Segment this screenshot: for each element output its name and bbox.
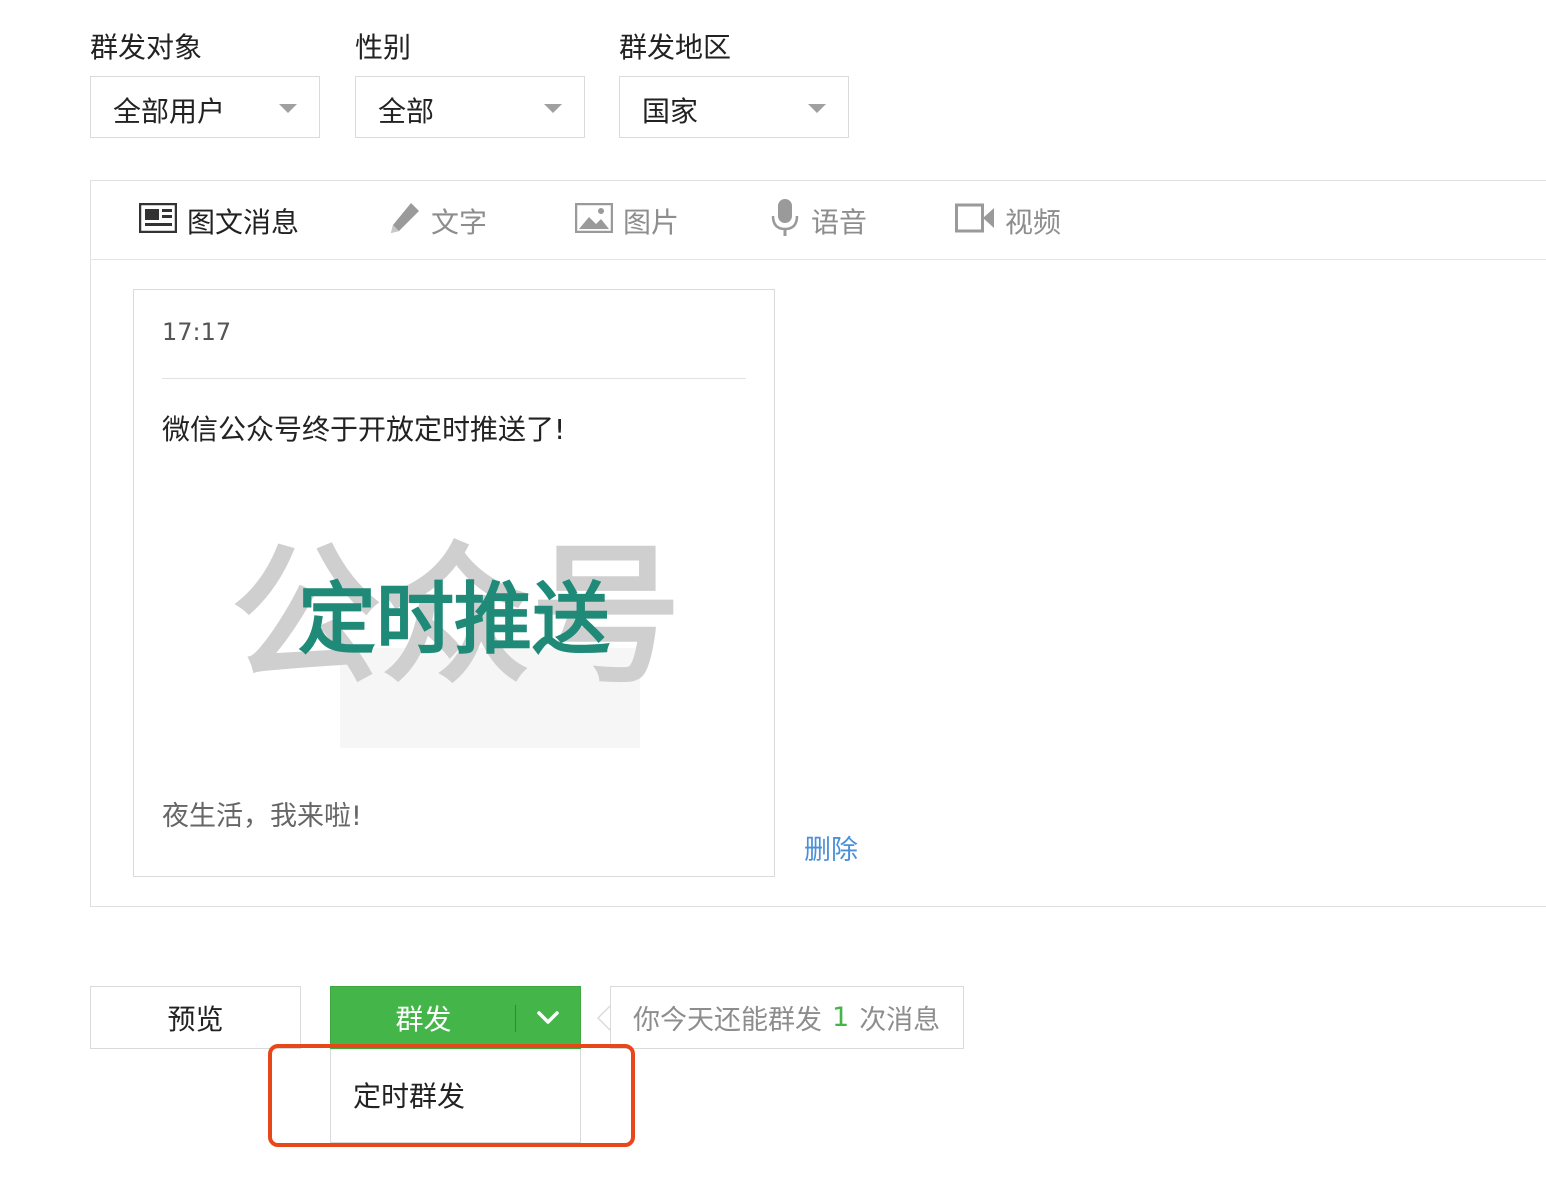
article-time: 17:17 (162, 318, 232, 346)
article-preview-card[interactable]: 17:17 微信公众号终于开放定时推送了! 公众号 定时推送 夜生活，我来啦! (133, 289, 775, 877)
tab-image[interactable]: 图片 (574, 201, 680, 241)
hint-prefix: 你今天还能群发 (633, 1005, 822, 1036)
article-cover-image: 公众号 定时推送 (230, 528, 682, 748)
card-divider (162, 378, 746, 379)
highlight-annotation (268, 1044, 635, 1147)
pencil-icon (389, 201, 421, 242)
article-title: 微信公众号终于开放定时推送了! (162, 413, 566, 446)
tab-image-label: 图片 (623, 206, 680, 239)
message-editor-panel: 图文消息 文字 图片 语音 视频 17:17 微信公众号终于开放定时推送了! 公… (90, 180, 1546, 907)
tab-news-label: 图文消息 (187, 206, 300, 239)
send-quota-hint: 你今天还能群发 1 次消息 (610, 986, 964, 1049)
gender-select[interactable]: 全部 (355, 76, 585, 138)
message-type-tabs: 图文消息 文字 图片 语音 视频 (91, 181, 1546, 260)
hint-suffix: 次消息 (859, 1005, 941, 1036)
target-select-value: 全部用户 (113, 95, 226, 128)
send-button-label: 群发 (395, 1002, 452, 1036)
gender-select-value: 全部 (378, 95, 435, 128)
news-icon (138, 202, 178, 240)
tab-video[interactable]: 视频 (955, 201, 1061, 241)
chevron-down-icon[interactable] (516, 987, 580, 1048)
caret-down-icon (279, 104, 297, 113)
target-select[interactable]: 全部用户 (90, 76, 320, 138)
tab-news[interactable]: 图文消息 (138, 201, 300, 241)
delete-link[interactable]: 删除 (804, 828, 858, 867)
tab-text[interactable]: 文字 (389, 201, 487, 241)
region-select-value: 国家 (642, 95, 699, 128)
hint-count: 1 (832, 1002, 850, 1033)
tab-voice[interactable]: 语音 (769, 198, 868, 241)
microphone-icon (769, 198, 801, 245)
region-select[interactable]: 国家 (619, 76, 849, 138)
cover-headline: 定时推送 (298, 575, 610, 665)
caret-down-icon (544, 104, 562, 113)
article-digest: 夜生活，我来啦! (162, 801, 362, 832)
send-button[interactable]: 群发 (330, 986, 581, 1049)
region-label: 群发地区 (619, 31, 732, 64)
image-icon (574, 202, 614, 240)
gender-label: 性别 (355, 31, 412, 64)
tab-voice-label: 语音 (811, 206, 868, 239)
tab-video-label: 视频 (1005, 206, 1062, 239)
video-icon (955, 203, 995, 240)
preview-button[interactable]: 预览 (90, 986, 301, 1049)
caret-down-icon (808, 104, 826, 113)
tab-text-label: 文字 (431, 206, 488, 239)
target-label: 群发对象 (90, 31, 203, 64)
